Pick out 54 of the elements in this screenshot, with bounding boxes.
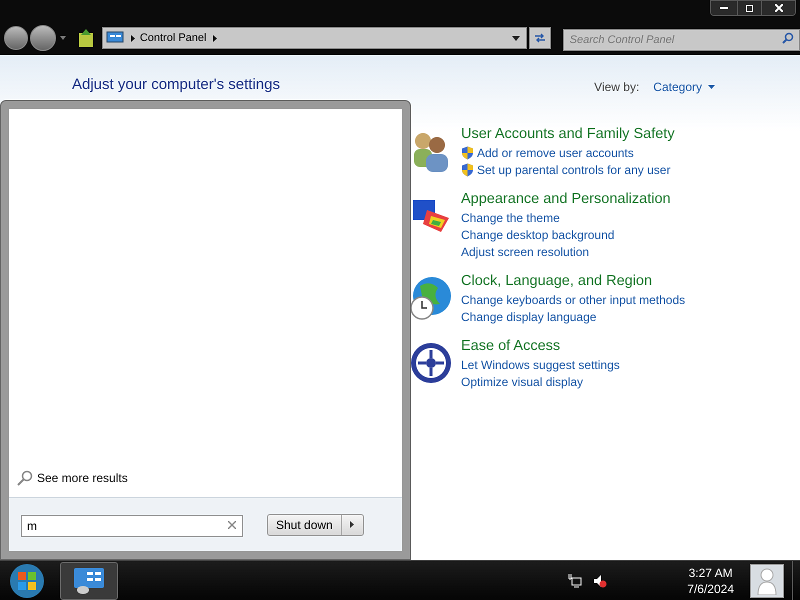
category-title-link[interactable]: Appearance and Personalization xyxy=(461,190,671,209)
ease-of-access-icon xyxy=(410,341,452,385)
category-title-link[interactable]: Ease of Access xyxy=(461,337,620,356)
search-field[interactable]: Search Control Panel xyxy=(562,29,800,51)
windows-orb-icon xyxy=(9,562,45,598)
folder-up-icon xyxy=(78,29,94,47)
shield-icon xyxy=(461,162,474,176)
task-link[interactable]: Change keyboards or other input methods xyxy=(461,290,686,308)
clock-date: 7/6/2024 xyxy=(687,580,734,596)
restore-button[interactable] xyxy=(737,1,761,15)
back-button[interactable] xyxy=(4,26,28,50)
breadcrumb-item[interactable]: Control Panel xyxy=(140,30,206,46)
task-link[interactable]: Add or remove user accounts xyxy=(477,144,634,162)
start-button[interactable] xyxy=(8,562,46,598)
address-bar[interactable]: Control Panel xyxy=(102,27,527,49)
muted-speaker-icon xyxy=(593,574,608,588)
view-by-label: View by: xyxy=(594,79,640,96)
close-button[interactable] xyxy=(761,1,795,15)
globe-clock-icon xyxy=(410,276,452,320)
control-panel-icon xyxy=(73,566,105,594)
task-link[interactable]: Adjust screen resolution xyxy=(461,242,590,260)
category-title-link[interactable]: Clock, Language, and Region xyxy=(461,272,686,291)
clock-time: 3:27 AM xyxy=(688,564,733,580)
network-icon xyxy=(568,574,582,588)
search-icon xyxy=(782,32,794,44)
control-panel-icon xyxy=(106,31,124,45)
forward-button[interactable] xyxy=(30,25,56,51)
search-icon xyxy=(17,470,33,486)
caret-icon xyxy=(708,85,715,89)
user-tile[interactable] xyxy=(750,564,784,598)
user-icon xyxy=(756,566,778,594)
shield-icon xyxy=(461,146,474,160)
task-link[interactable]: Change the theme xyxy=(461,208,560,226)
refresh-button[interactable] xyxy=(528,27,551,49)
task-link[interactable]: Change desktop background xyxy=(461,226,614,244)
caret-icon xyxy=(60,36,66,40)
start-search-field[interactable]: m xyxy=(21,514,243,536)
task-link[interactable]: Optimize visual display xyxy=(461,372,584,390)
close-icon xyxy=(774,4,782,12)
see-more-results-link[interactable]: See more results xyxy=(9,469,402,497)
dropdown-icon xyxy=(512,36,520,40)
clear-icon xyxy=(228,520,236,528)
refresh-icon xyxy=(534,33,546,43)
category-title-link[interactable]: User Accounts and Family Safety xyxy=(461,125,675,144)
task-link[interactable]: Let Windows suggest settings xyxy=(461,356,620,374)
taskbar-app-button[interactable] xyxy=(60,562,118,600)
page-heading: Adjust your computer's settings xyxy=(72,74,280,94)
arrow-icon xyxy=(213,34,218,42)
arrow-icon xyxy=(350,521,354,528)
task-link[interactable]: Set up parental controls for any user xyxy=(477,160,670,178)
view-by-dropdown[interactable]: Category xyxy=(653,78,715,96)
task-link[interactable]: Change display language xyxy=(461,308,596,326)
minimize-button[interactable] xyxy=(711,1,737,15)
arrow-icon xyxy=(130,34,135,42)
